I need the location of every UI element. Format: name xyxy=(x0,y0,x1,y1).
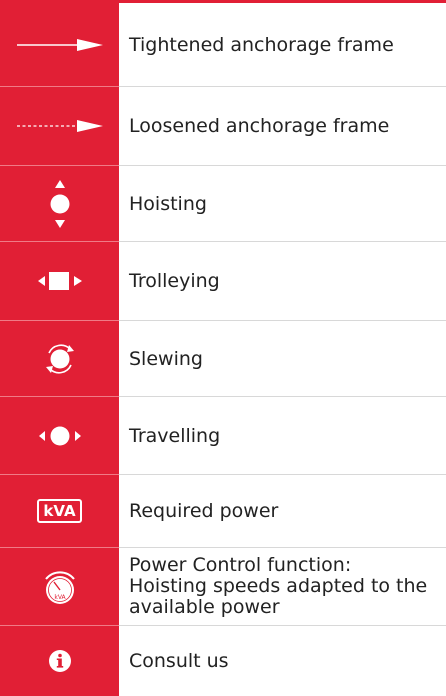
slewing-icon xyxy=(0,321,119,396)
dashed-arrow-icon xyxy=(0,87,119,165)
power-control-icon: kVA xyxy=(44,570,75,604)
icon-cell: kVA xyxy=(0,475,119,547)
legend-row-loosened: Loosened anchorage frame xyxy=(0,87,446,165)
legend-label-multiline: Power Control function: Hoisting speeds … xyxy=(129,555,427,618)
label-line: Power Control function: xyxy=(129,554,352,576)
legend-label: Slewing xyxy=(129,347,203,370)
trolleying-icon xyxy=(0,242,119,320)
icon-cell: kVA xyxy=(0,548,119,625)
legend-row-hoisting: Hoisting xyxy=(0,166,446,241)
legend-row-consult: Consult us xyxy=(0,626,446,696)
legend-label: Loosened anchorage frame xyxy=(129,115,390,137)
label-line: Hoisting speeds adapted to the xyxy=(129,575,428,597)
svg-text:kVA: kVA xyxy=(54,594,66,601)
legend-row-required-power: kVA Required power xyxy=(0,475,446,547)
label-line: available power xyxy=(129,596,280,618)
info-icon xyxy=(0,626,119,696)
legend-row-power-control: kVA Power Control function: Hoisting spe… xyxy=(0,548,446,625)
legend-label: Tightened anchorage frame xyxy=(129,33,394,56)
legend-label: Required power xyxy=(129,500,279,522)
kva-icon: kVA xyxy=(37,499,82,523)
legend-label: Consult us xyxy=(129,650,229,672)
legend-table: Tightened anchorage frame Loosened ancho… xyxy=(0,0,446,696)
legend-row-tightened: Tightened anchorage frame xyxy=(0,3,446,86)
legend-row-slewing: Slewing xyxy=(0,321,446,396)
legend-row-trolleying: Trolleying xyxy=(0,242,446,320)
travelling-icon xyxy=(0,397,119,474)
legend-row-travelling: Travelling xyxy=(0,397,446,474)
solid-arrow-icon xyxy=(0,3,119,86)
legend-label: Trolleying xyxy=(129,270,220,292)
legend-label: Travelling xyxy=(129,424,221,447)
legend-label: Hoisting xyxy=(129,192,207,215)
hoisting-icon xyxy=(0,166,119,241)
